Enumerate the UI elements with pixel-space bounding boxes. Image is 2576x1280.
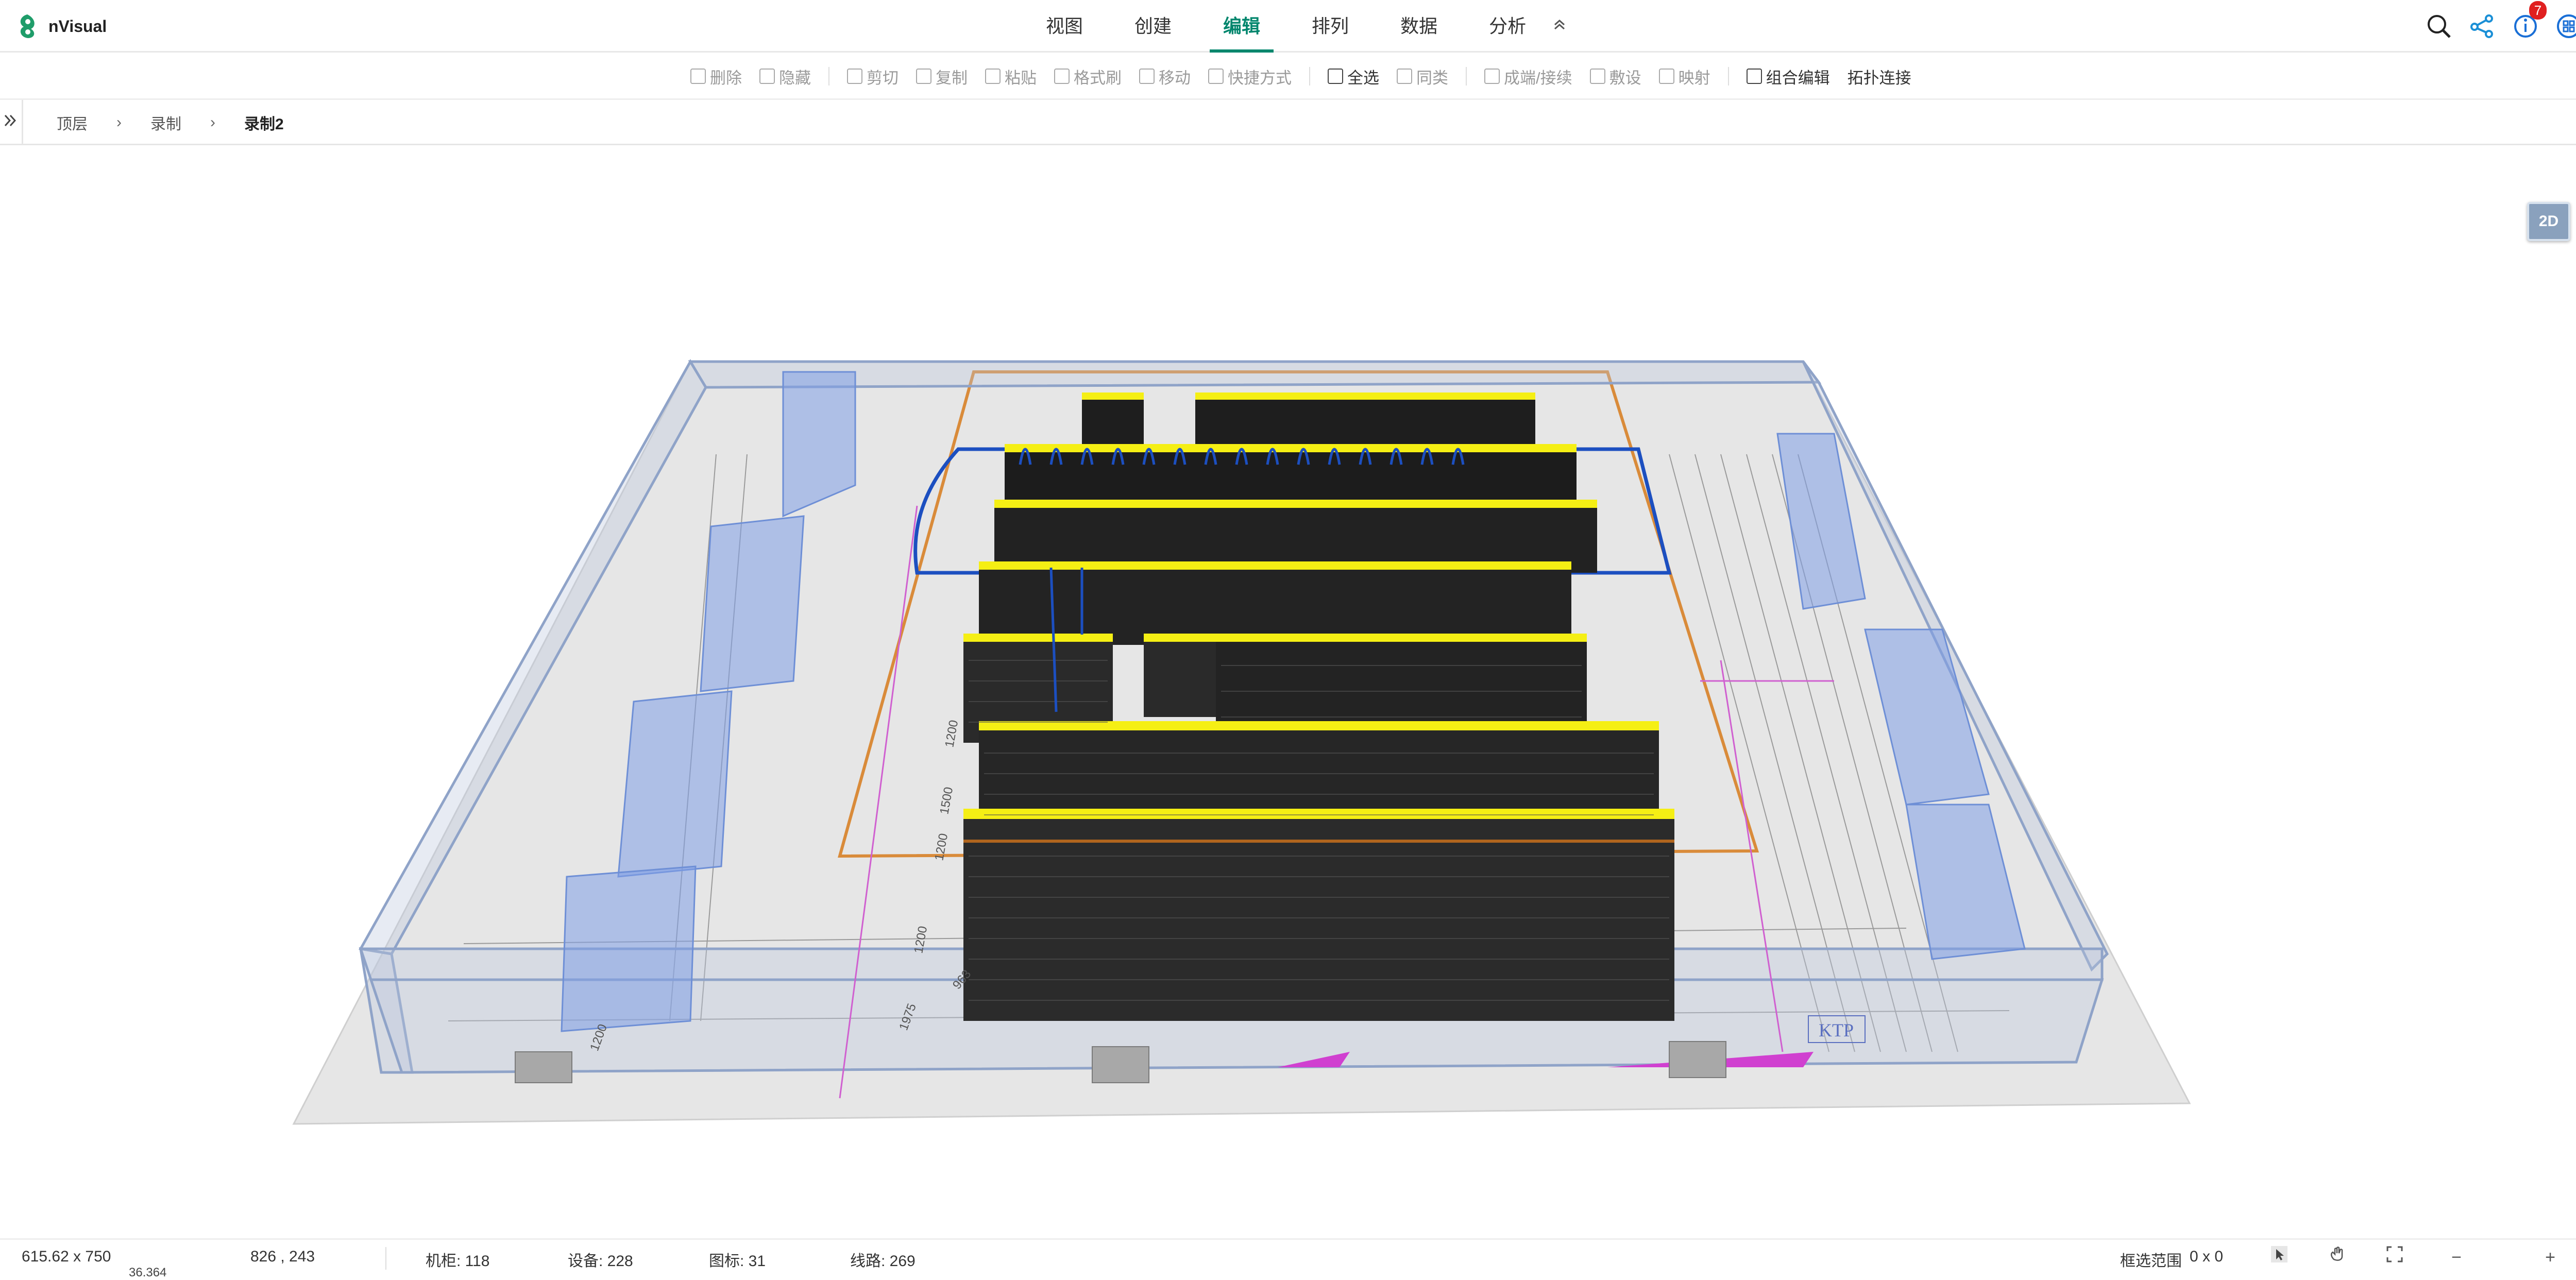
2d-view-button[interactable]: 2D [2527, 202, 2570, 241]
hide-button[interactable]: 隐藏 [759, 65, 811, 88]
mapping-icon [1658, 69, 1674, 84]
pointer-tool-icon[interactable] [2267, 1245, 2292, 1270]
move-label: 移动 [1159, 69, 1191, 87]
shortcut-icon [1208, 69, 1224, 84]
trash-icon [690, 69, 706, 84]
copy-icon [916, 69, 931, 84]
cut-button[interactable]: 剪切 [847, 65, 899, 88]
top-right-icons: 7 [2411, 1, 2576, 41]
chevron-double-up-icon[interactable] [1552, 0, 1567, 53]
select-all-icon [1328, 69, 1343, 84]
paste-label: 粘贴 [1005, 69, 1037, 87]
breadcrumb-item-record[interactable]: 录制 [150, 111, 181, 134]
datacenter-3d-scene: KTP 1200 1500 1200 1200 1975 1200 963 [292, 359, 2191, 1125]
delete-button[interactable]: 删除 [690, 65, 742, 88]
same-type-icon [1397, 69, 1412, 84]
cabinet-count: 机柜: 118 [426, 1253, 490, 1270]
mapping-button[interactable]: 映射 [1658, 65, 1710, 88]
app-logo[interactable]: nVisual [15, 12, 107, 40]
topology-connect-button[interactable]: 拓扑连接 [1848, 65, 1911, 88]
hide-label: 隐藏 [779, 69, 811, 87]
same-type-label: 同类 [1416, 69, 1448, 87]
toolbar-divider [828, 67, 829, 86]
group-edit-button[interactable]: 组合编辑 [1746, 65, 1830, 88]
menu-arrange[interactable]: 排列 [1312, 0, 1349, 53]
select-all-label: 全选 [1347, 69, 1379, 87]
canvas-size: 615.62 x 750 [22, 1248, 111, 1265]
breadcrumb: 顶层 › 录制 › 录制2 [57, 100, 313, 145]
topology-connect-label: 拓扑连接 [1847, 69, 1911, 87]
device-count: 设备: 228 [568, 1253, 633, 1270]
menu-edit[interactable]: 编辑 [1210, 0, 1274, 53]
format-brush-button[interactable]: 格式刷 [1054, 65, 1122, 88]
select-all-button[interactable]: 全选 [1328, 65, 1379, 88]
breadcrumb-separator: › [116, 114, 122, 131]
search-icon[interactable] [2424, 11, 2454, 41]
shortcut-label: 快捷方式 [1228, 69, 1292, 87]
pan-tool-icon[interactable] [2325, 1245, 2349, 1270]
move-icon [1139, 69, 1155, 84]
cursor-position: 826 , 243 [250, 1248, 315, 1265]
breadcrumb-item-current: 录制2 [244, 116, 284, 133]
move-button[interactable]: 移动 [1139, 65, 1191, 88]
paste-button[interactable]: 粘贴 [985, 65, 1037, 88]
top-bar: nVisual 视图 创建 编辑 排列 数据 分析 7 [0, 0, 2576, 53]
share-icon[interactable] [2467, 11, 2497, 41]
notification-badge: 7 [2529, 1, 2547, 20]
menu-analysis[interactable]: 分析 [1489, 0, 1526, 53]
lay-cable-icon [1589, 69, 1605, 84]
menu-data[interactable]: 数据 [1400, 0, 1437, 53]
main-menu: 视图 创建 编辑 排列 数据 分析 [1046, 0, 1567, 53]
toolbar-items: 删除 隐藏 剪切 复制 粘贴 格式刷 移动 快捷方式 全选 同类 成端/接续 敷… [690, 53, 1929, 100]
copy-label: 复制 [936, 69, 968, 87]
delete-label: 删除 [710, 69, 742, 87]
divider [22, 100, 23, 145]
logo-icon [20, 14, 35, 38]
icon-count: 图标: 31 [709, 1253, 766, 1270]
zoom-in-button[interactable]: + [2538, 1245, 2563, 1270]
status-divider [385, 1247, 386, 1270]
breadcrumb-separator: › [210, 114, 215, 131]
brush-icon [1054, 69, 1070, 84]
scene-canvas[interactable]: KTP 1200 1500 1200 1200 1975 1200 963 2D [0, 145, 2576, 1238]
eye-icon [759, 69, 775, 84]
mapping-label: 映射 [1678, 69, 1710, 87]
toolbar-divider [1727, 67, 1729, 86]
app-name: nVisual [48, 16, 107, 36]
expand-left-panel-icon[interactable] [4, 110, 18, 135]
group-edit-label: 组合编辑 [1766, 69, 1830, 87]
cut-label: 剪切 [867, 69, 899, 87]
menu-create[interactable]: 创建 [1134, 0, 1172, 53]
zoom-out-button[interactable]: − [2444, 1245, 2469, 1270]
toolbar-divider [1309, 67, 1310, 86]
splice-label: 成端/接续 [1504, 69, 1572, 87]
canvas-scale: 36.364 [129, 1266, 167, 1279]
apps-grid-icon[interactable] [2554, 11, 2576, 41]
ktp-label: KTP [1819, 1020, 1854, 1040]
splice-icon [1484, 69, 1500, 84]
lay-cable-label: 敷设 [1609, 69, 1641, 87]
breadcrumb-item-top[interactable]: 顶层 [57, 111, 88, 134]
shortcut-button[interactable]: 快捷方式 [1208, 65, 1292, 88]
fit-view-icon[interactable] [2382, 1245, 2407, 1270]
toolbar-divider [1466, 67, 1467, 86]
scissors-icon [847, 69, 862, 84]
paste-icon [985, 69, 1001, 84]
line-count: 线路: 269 [850, 1253, 916, 1270]
splice-button[interactable]: 成端/接续 [1484, 65, 1572, 88]
copy-button[interactable]: 复制 [916, 65, 968, 88]
format-brush-label: 格式刷 [1074, 69, 1122, 87]
group-edit-icon [1746, 69, 1762, 84]
status-bar: 615.62 x 750 36.364 826 , 243 机柜: 118 设备… [0, 1238, 2576, 1279]
breadcrumb-bar: 顶层 › 录制 › 录制2 [0, 100, 2576, 145]
lay-cable-button[interactable]: 敷设 [1589, 65, 1641, 88]
menu-view[interactable]: 视图 [1046, 0, 1083, 53]
edit-toolbar: 删除 隐藏 剪切 复制 粘贴 格式刷 移动 快捷方式 全选 同类 成端/接续 敷… [0, 53, 2576, 100]
same-type-button[interactable]: 同类 [1397, 65, 1448, 88]
selection-range-label: 框选范围 [2120, 1253, 2182, 1270]
rack-rows [963, 392, 1674, 1021]
info-icon[interactable]: 7 [2511, 1, 2547, 41]
selection-range-value: 0 x 0 [2190, 1248, 2224, 1265]
